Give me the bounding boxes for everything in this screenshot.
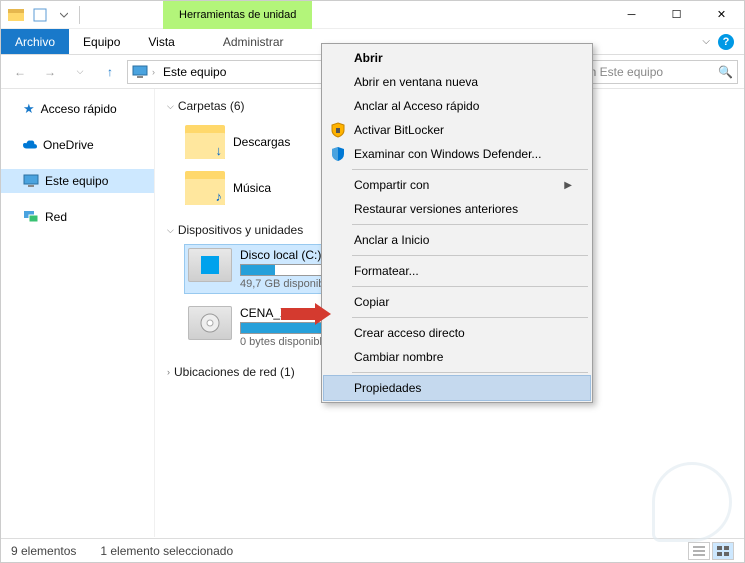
cm-bitlocker[interactable]: Activar BitLocker [324,118,590,142]
chevron-down-icon: ⌵ [167,225,174,236]
search-input[interactable]: en Este equipo 🔍 [578,60,738,84]
folder-label: Música [233,181,271,195]
sidebar-item-this-pc[interactable]: Este equipo [1,169,154,193]
separator [352,169,588,170]
sidebar-label: OneDrive [43,138,94,152]
context-menu: Abrir Abrir en ventana nueva Anclar al A… [321,43,593,403]
chevron-down-icon: ⌵ [167,101,174,112]
separator [352,372,588,373]
app-icon[interactable] [7,6,25,24]
group-title: Dispositivos y unidades [178,223,303,237]
defender-shield-icon [329,145,347,163]
chevron-right-icon[interactable]: › [152,67,155,77]
cloud-icon [23,138,37,152]
shield-lock-icon [329,121,347,139]
tab-file[interactable]: Archivo [1,29,69,54]
pc-icon [132,65,148,79]
network-icon [23,210,39,224]
cm-pin-quick-access[interactable]: Anclar al Acceso rápido [324,94,590,118]
ribbon-right: ⌵ ? [692,29,744,54]
dvd-drive-icon [188,306,232,340]
cm-open[interactable]: Abrir [324,46,590,70]
folder-icon: ♪ [185,171,225,205]
divider [79,6,97,24]
status-selected: 1 elemento seleccionado [100,544,233,558]
maximize-button[interactable]: ☐ [654,1,699,29]
annotation-arrow [281,303,331,325]
sidebar-item-onedrive[interactable]: OneDrive [1,133,154,157]
help-icon[interactable]: ? [718,34,734,50]
cm-defender-scan[interactable]: Examinar con Windows Defender... [324,142,590,166]
cm-open-new-window[interactable]: Abrir en ventana nueva [324,70,590,94]
group-title: Ubicaciones de red (1) [174,365,295,379]
nav-up-button[interactable]: ↑ [97,59,123,85]
search-icon: 🔍 [718,65,733,79]
window-controls: ─ ☐ ✕ [609,1,744,29]
separator [352,255,588,256]
qat-dropdown-icon[interactable] [55,6,73,24]
chevron-right-icon: › [167,367,170,377]
drive-icon [188,248,232,282]
cm-format[interactable]: Formatear... [324,259,590,283]
separator [352,286,588,287]
minimize-button[interactable]: ─ [609,1,654,29]
cm-share-with[interactable]: Compartir con▶ [324,173,590,197]
cm-restore-versions[interactable]: Restaurar versiones anteriores [324,197,590,221]
drive-fill [241,265,275,275]
folder-icon: ↓ [185,125,225,159]
sidebar-label: Red [45,210,67,224]
status-item-count: 9 elementos [11,544,76,558]
search-placeholder: en Este equipo [583,65,663,79]
pc-icon [23,174,39,188]
nav-back-button[interactable]: ← [7,59,33,85]
status-bar: 9 elementos 1 elemento seleccionado [1,538,744,562]
star-icon: ★ [23,101,35,117]
sidebar-label: Acceso rápido [41,102,117,116]
folder-label: Descargas [233,135,290,149]
cm-rename[interactable]: Cambiar nombre [324,345,590,369]
ribbon-expand-icon[interactable]: ⌵ [702,36,710,47]
view-details-button[interactable] [688,542,710,560]
sidebar-item-quick-access[interactable]: ★ Acceso rápido [1,97,154,121]
view-tiles-button[interactable] [712,542,734,560]
sidebar-item-network[interactable]: Red [1,205,154,229]
submenu-arrow-icon: ▶ [564,180,572,191]
separator [352,317,588,318]
cm-create-shortcut[interactable]: Crear acceso directo [324,321,590,345]
nav-forward-button[interactable]: → [37,59,63,85]
cm-properties[interactable]: Propiedades [324,376,590,400]
breadcrumb-thispc[interactable]: Este equipo [159,65,230,79]
nav-recent-dropdown[interactable]: ⌵ [67,59,93,85]
tab-manage[interactable]: Administrar [203,29,304,54]
group-title: Carpetas (6) [178,99,245,113]
download-arrow-icon: ↓ [216,143,223,158]
view-toggles [688,542,734,560]
quick-access-toolbar [1,6,103,24]
tab-computer[interactable]: Equipo [69,29,134,54]
music-note-icon: ♪ [216,189,223,204]
title-bar: Herramientas de unidad ─ ☐ ✕ [1,1,744,29]
sidebar-label: Este equipo [45,174,108,188]
contextual-tab-drive-tools: Herramientas de unidad [163,1,312,29]
tab-view[interactable]: Vista [134,29,188,54]
separator [352,224,588,225]
close-button[interactable]: ✕ [699,1,744,29]
properties-icon[interactable] [31,6,49,24]
cm-pin-start[interactable]: Anclar a Inicio [324,228,590,252]
navigation-pane: ★ Acceso rápido OneDrive Este equipo Red [1,89,155,537]
cm-copy[interactable]: Copiar [324,290,590,314]
